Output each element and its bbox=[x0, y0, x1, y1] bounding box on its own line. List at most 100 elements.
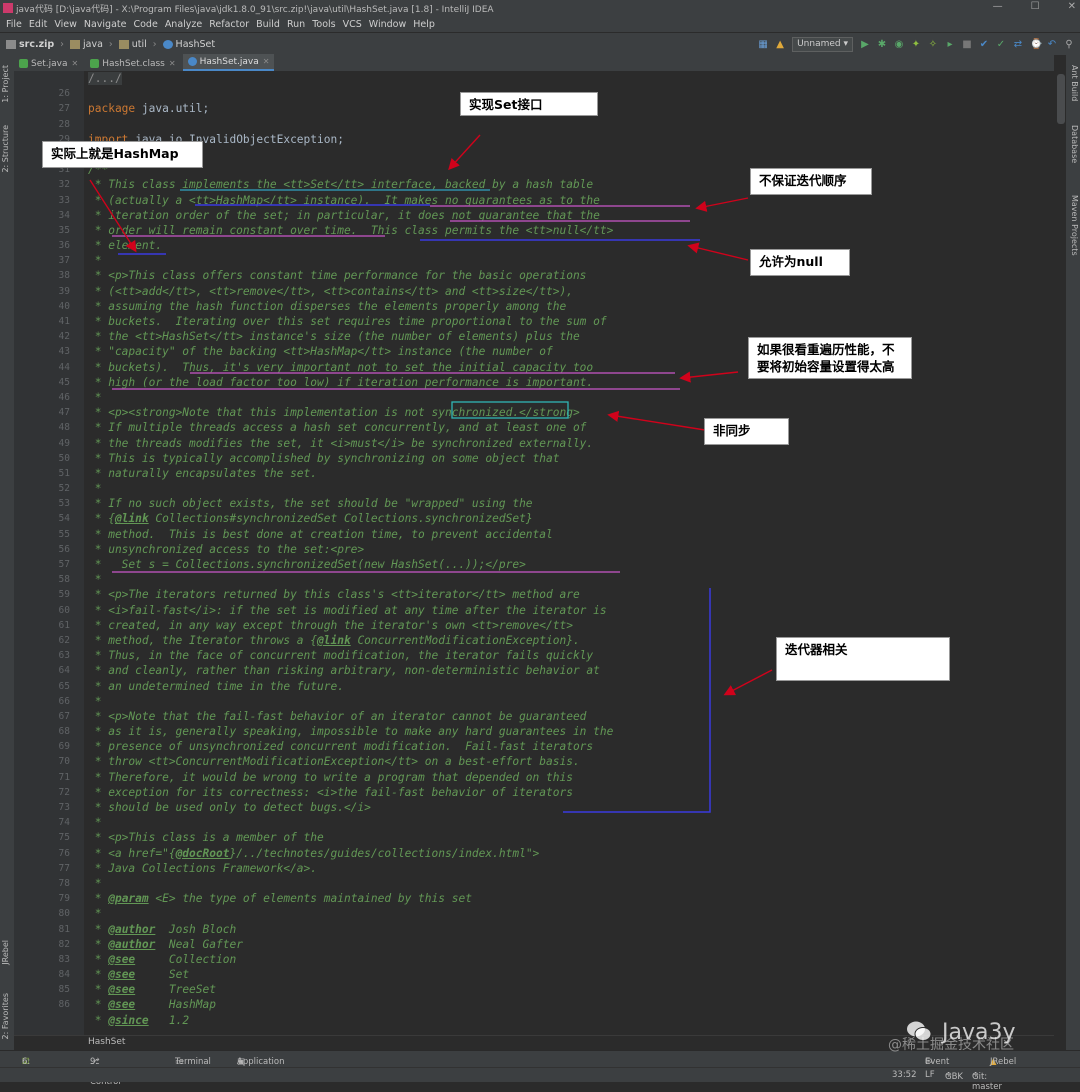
code-line: * exception for its correctness: <i>the … bbox=[88, 785, 573, 799]
crumb-hashset[interactable]: HashSet bbox=[162, 39, 215, 50]
line-number: 46 bbox=[58, 391, 70, 403]
vcs-history-icon[interactable]: ⌚ bbox=[1030, 39, 1042, 50]
menu-help[interactable]: Help bbox=[413, 19, 435, 30]
vertical-scrollbar[interactable] bbox=[1057, 74, 1065, 124]
jrebel-debug-icon[interactable]: ✧ bbox=[928, 39, 938, 50]
run-icon[interactable]: ▶ bbox=[860, 39, 870, 50]
run-config-select[interactable]: Unnamed ▾ bbox=[792, 37, 853, 52]
line-number: 48 bbox=[58, 422, 70, 434]
line-number: 58 bbox=[58, 574, 70, 586]
menu-vcs[interactable]: VCS bbox=[343, 19, 362, 30]
watermark-sub: @稀土掘金技术社区 bbox=[888, 1037, 1014, 1053]
line-number: 67 bbox=[58, 710, 70, 722]
maven-tool-button[interactable]: Maven Projects bbox=[1070, 195, 1079, 256]
line-number: 83 bbox=[58, 953, 70, 965]
tab-hashset-class[interactable]: HashSet.class ✕ bbox=[85, 56, 180, 71]
search-icon[interactable]: ⚲ bbox=[1064, 39, 1074, 50]
menu-tools[interactable]: Tools bbox=[312, 19, 335, 30]
folder-icon bbox=[118, 39, 129, 49]
line-number: 72 bbox=[58, 786, 70, 798]
line-number: 85 bbox=[58, 984, 70, 996]
vcs-update-icon[interactable]: ✔ bbox=[979, 39, 989, 50]
line-number: 33 bbox=[58, 194, 70, 206]
line-number: 53 bbox=[58, 498, 70, 510]
jrebel-run-icon[interactable]: ✦ bbox=[911, 39, 921, 50]
intellij-icon bbox=[3, 3, 13, 13]
close-tab-icon[interactable]: ✕ bbox=[263, 57, 270, 66]
code-line: * bbox=[88, 573, 102, 587]
project-structure-icon[interactable]: ▦ bbox=[758, 39, 768, 50]
jrebel-tool-button[interactable]: JRebel bbox=[1, 940, 10, 965]
crumb-src-zip[interactable]: src.zip › bbox=[6, 39, 64, 50]
menu-analyze[interactable]: Analyze bbox=[165, 19, 202, 30]
minimize-button[interactable]: — bbox=[993, 1, 1003, 12]
class-icon bbox=[162, 39, 173, 49]
line-number: 44 bbox=[58, 361, 70, 373]
line-numbers: 2627282930313233343536373839404142434445… bbox=[14, 71, 70, 1013]
code-line: * method. This is best done at creation … bbox=[88, 527, 553, 541]
close-tab-icon[interactable]: ✕ bbox=[72, 59, 79, 68]
close-window-button[interactable]: ✕ bbox=[1068, 1, 1076, 12]
menu-run[interactable]: Run bbox=[287, 19, 305, 30]
class-file-icon bbox=[90, 59, 100, 68]
line-number: 37 bbox=[58, 255, 70, 267]
debug-icon[interactable]: ✱ bbox=[877, 39, 887, 50]
coverage-icon[interactable]: ◉ bbox=[894, 39, 904, 50]
line-number: 35 bbox=[58, 224, 70, 236]
line-number: 81 bbox=[58, 923, 70, 935]
code-line: * throw <tt>ConcurrentModificationExcept… bbox=[88, 755, 580, 769]
line-number: 71 bbox=[58, 771, 70, 783]
menu-view[interactable]: View bbox=[54, 19, 77, 30]
line-number: 75 bbox=[58, 832, 70, 844]
crumb-java[interactable]: java › bbox=[69, 39, 113, 50]
close-tab-icon[interactable]: ✕ bbox=[169, 59, 176, 68]
code-line: * bbox=[88, 254, 102, 268]
code-line: * <a href="{@docRoot}/../technotes/guide… bbox=[88, 846, 540, 860]
menu-code[interactable]: Code bbox=[133, 19, 157, 30]
left-tool-strip: 1: Project 2: Structure JRebel 2: Favori… bbox=[0, 55, 14, 1050]
stop-icon[interactable]: ■ bbox=[962, 39, 972, 50]
code-line: import java.io.InvalidObjectException; bbox=[88, 132, 344, 146]
breadcrumb-hashset[interactable]: HashSet bbox=[88, 1037, 125, 1047]
file-encoding[interactable]: GBK ÷ bbox=[945, 1070, 963, 1082]
database-tool-button[interactable]: Database bbox=[1070, 125, 1079, 163]
line-number: 79 bbox=[58, 893, 70, 905]
vcs-compare-icon[interactable]: ⇄ bbox=[1013, 39, 1023, 50]
jrebel-icon[interactable]: ▲ bbox=[775, 39, 785, 50]
menu-navigate[interactable]: Navigate bbox=[84, 19, 127, 30]
profile-icon[interactable]: ▸ bbox=[945, 39, 955, 50]
caret-position[interactable]: 33:52 bbox=[892, 1070, 917, 1080]
line-separator[interactable]: LF bbox=[925, 1070, 935, 1080]
line-number: 26 bbox=[58, 88, 70, 100]
vcs-commit-icon[interactable]: ✓ bbox=[996, 39, 1006, 50]
structure-tool-button[interactable]: 2: Structure bbox=[1, 125, 10, 173]
code-line: * <p><strong>Note that this implementati… bbox=[88, 406, 580, 420]
code-line: * bbox=[88, 876, 102, 890]
tab-hashset-java[interactable]: HashSet.java ✕ bbox=[182, 54, 275, 71]
menu-file[interactable]: File bbox=[6, 19, 22, 30]
menu-window[interactable]: Window bbox=[369, 19, 406, 30]
note-actually-hashmap: 实际上就是HashMap bbox=[42, 141, 203, 168]
line-number: 41 bbox=[58, 316, 70, 327]
tab-set-java[interactable]: Set.java ✕ bbox=[14, 56, 83, 71]
code-line: * {@link Collections#synchronizedSet Col… bbox=[88, 512, 533, 526]
menu-refactor[interactable]: Refactor bbox=[209, 19, 249, 30]
line-number: 52 bbox=[58, 483, 70, 495]
code-line: * @since 1.2 bbox=[88, 1013, 190, 1027]
maximize-button[interactable]: ☐ bbox=[1031, 1, 1040, 12]
favorites-tool-button[interactable]: 2: Favorites bbox=[1, 993, 10, 1039]
line-number: 49 bbox=[58, 437, 70, 449]
code-line: * buckets. Iterating over this set requi… bbox=[88, 315, 607, 328]
crumb-util[interactable]: util › bbox=[118, 39, 157, 50]
project-tool-button[interactable]: 1: Project bbox=[1, 65, 10, 103]
window-title: java代码 [D:\java代码] - X:\Program Files\ja… bbox=[16, 4, 494, 15]
revert-icon[interactable]: ↶ bbox=[1047, 39, 1057, 50]
note-implements-set: 实现Set接口 bbox=[460, 92, 598, 116]
git-branch[interactable]: Git: master ÷ bbox=[972, 1070, 1002, 1092]
code-line: * assuming the hash function disperses t… bbox=[88, 299, 567, 313]
menu-edit[interactable]: Edit bbox=[29, 19, 47, 30]
code-editor[interactable]: /.../package java.util; import java.io.In… bbox=[88, 71, 1048, 1035]
ant-build-tool-button[interactable]: Ant Build bbox=[1070, 65, 1079, 101]
menu-build[interactable]: Build bbox=[256, 19, 280, 30]
